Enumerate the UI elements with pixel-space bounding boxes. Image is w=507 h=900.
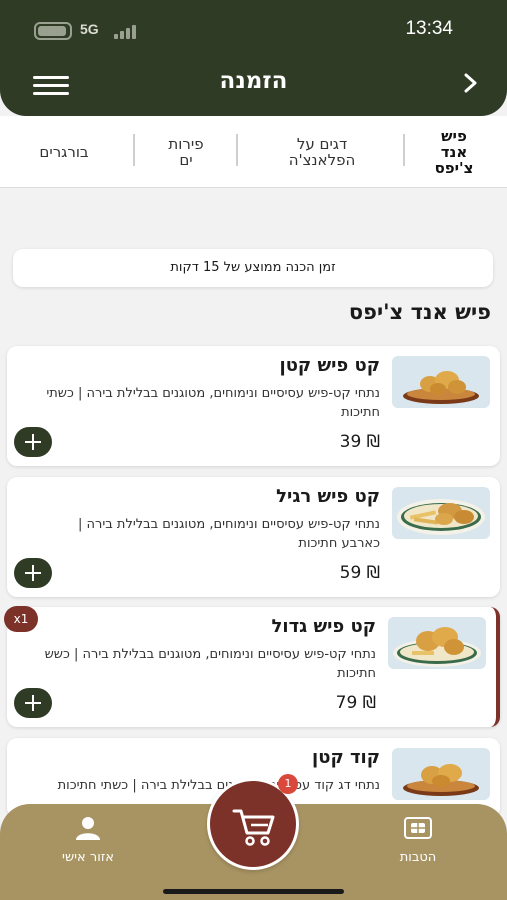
app-header: 5G 13:34 הזמנה [0, 0, 507, 116]
chevron-right-icon[interactable] [461, 72, 481, 94]
nav-benefits[interactable]: הטבות [358, 812, 478, 865]
section-title: פיש אנד צ'יפס [348, 300, 491, 324]
product-name: קט פיש קטן [279, 355, 380, 376]
nav-personal-area[interactable]: אזור אישי [28, 812, 148, 865]
product-price: 79 ₪ [335, 693, 376, 713]
nav-benefits-label: הטבות [399, 850, 437, 865]
card-chip-icon [358, 812, 478, 844]
tab-divider [236, 134, 238, 166]
prep-time-banner: זמן הכנה ממוצע של 15 דקות [13, 249, 493, 287]
product-name: קט פיש רגיל [276, 486, 380, 507]
battery-icon [34, 22, 72, 40]
product-name: קט פיש גדול [271, 616, 377, 637]
product-image [392, 748, 490, 800]
add-to-cart-button[interactable] [14, 558, 52, 588]
product-price: 59 ₪ [339, 563, 380, 583]
product-image [388, 617, 486, 669]
tab-burgers[interactable]: בורגרים [14, 130, 114, 174]
add-to-cart-button[interactable] [14, 427, 52, 457]
tab-seafood[interactable]: פירות ים [146, 130, 226, 174]
product-description: נתחי קט-פיש עסיסיים ונימוחים, מטוגנים בב… [46, 386, 380, 420]
product-description: נתחי קט-פיש עסיסיים ונימוחים, מטוגנים בב… [78, 517, 380, 551]
nav-personal-label: אזור אישי [62, 850, 114, 865]
product-name: קוד קטן [312, 747, 380, 768]
status-time: 13:34 [405, 18, 453, 39]
cart-icon [232, 809, 275, 846]
add-to-cart-button[interactable] [14, 688, 52, 718]
network-label: 5G [80, 21, 99, 37]
tab-fish-and-chips[interactable]: פיש אנד צ'יפס [414, 128, 494, 176]
signal-icon [114, 25, 136, 39]
product-description: נתחי קט-פיש עסיסיים ונימוחים, מטוגנים בב… [44, 647, 376, 681]
tab-divider [133, 134, 135, 166]
product-card[interactable]: קט פיש גדול נתחי קט-פיש עסיסיים ונימוחים… [7, 607, 500, 727]
product-card[interactable]: קט פיש רגיל נתחי קט-פיש עסיסיים ונימוחים… [7, 477, 500, 597]
quantity-badge: x1 [4, 606, 38, 632]
user-icon [28, 812, 148, 844]
product-card[interactable]: קט פיש קטן נתחי קט-פיש עסיסיים ונימוחים,… [7, 346, 500, 466]
tab-divider [403, 134, 405, 166]
category-tabs: פיש אנד צ'יפס דגים על הפלאנצ'ה פירות ים … [0, 116, 507, 188]
product-image [392, 356, 490, 408]
home-indicator [163, 889, 344, 894]
page-title: הזמנה [219, 68, 288, 94]
status-bar: 5G 13:34 [0, 16, 507, 44]
tab-plancha-fish[interactable]: דגים על הפלאנצ'ה [252, 130, 392, 174]
product-price: 39 ₪ [339, 432, 380, 452]
cart-count-badge: 1 [278, 774, 298, 794]
product-image [392, 487, 490, 539]
